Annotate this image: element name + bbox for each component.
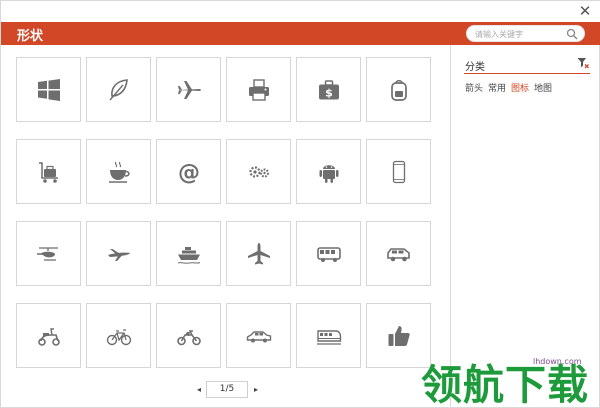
icon-tile[interactable] xyxy=(86,139,151,204)
icon-tile[interactable] xyxy=(86,303,151,368)
money-bag-icon: $ xyxy=(318,79,339,99)
icon-tile[interactable] xyxy=(366,139,431,204)
android-icon xyxy=(319,164,338,183)
suv-car-icon xyxy=(386,247,410,261)
category-underline xyxy=(464,73,590,74)
filter-clear-icon[interactable] xyxy=(577,57,589,69)
search-icon[interactable] xyxy=(566,28,578,40)
backpack-icon xyxy=(390,79,407,101)
svg-text:@: @ xyxy=(178,160,200,185)
icon-tile[interactable] xyxy=(86,57,151,122)
icon-tile[interactable] xyxy=(226,221,291,286)
category-map[interactable]: 地图 xyxy=(534,81,552,94)
icon-gallery: $ @ ◂ 1/5 ▸ xyxy=(1,45,451,408)
scooter-icon xyxy=(37,327,60,346)
category-options: 箭头 常用 图标 地图 xyxy=(465,81,552,94)
motorcycle-icon xyxy=(176,329,201,345)
thumbs-up-icon xyxy=(388,325,410,346)
svg-text:$: $ xyxy=(325,86,333,99)
jet-icon xyxy=(107,248,130,261)
icon-tile[interactable]: @ xyxy=(156,139,221,204)
pagination: ◂ 1/5 ▸ xyxy=(1,381,451,399)
luggage-cart-icon xyxy=(38,161,58,183)
icon-tile[interactable] xyxy=(366,57,431,122)
plane-icon xyxy=(247,242,270,264)
icon-tile[interactable] xyxy=(156,303,221,368)
sedan-car-icon xyxy=(246,330,271,342)
header-bar: 形状 xyxy=(1,22,600,45)
category-common[interactable]: 常用 xyxy=(488,81,506,94)
category-icons[interactable]: 图标 xyxy=(511,81,529,94)
icon-tile[interactable] xyxy=(156,221,221,286)
icon-tile[interactable] xyxy=(226,139,291,204)
icon-tile[interactable] xyxy=(16,57,81,122)
coffee-cup-icon xyxy=(108,161,130,183)
page-title: 形状 xyxy=(17,29,44,44)
leaf-icon xyxy=(108,78,128,100)
watermark-text: 领航下载 xyxy=(421,361,589,408)
icon-tile[interactable] xyxy=(86,221,151,286)
icon-tile[interactable] xyxy=(296,303,361,368)
icon-tile[interactable] xyxy=(226,303,291,368)
watermark: lhdown.com 领航下载 xyxy=(415,348,600,408)
category-label: 分类 xyxy=(465,62,485,73)
prev-page-button[interactable]: ◂ xyxy=(195,385,203,395)
title-bar: ✕ xyxy=(1,1,600,22)
gears-icon xyxy=(248,165,269,178)
search-box[interactable] xyxy=(466,25,585,42)
icon-tile[interactable] xyxy=(296,221,361,286)
cruise-ship-icon xyxy=(177,246,200,264)
search-input[interactable] xyxy=(475,27,565,41)
shape-dialog: ✕ 形状 请输入关键字 $ @ ◂ 1/5 ▸ 分类 箭头 常用 图标 地图 l… xyxy=(0,0,600,408)
icon-tile[interactable] xyxy=(296,139,361,204)
train-icon xyxy=(316,329,341,345)
icon-tile[interactable] xyxy=(16,303,81,368)
icon-tile[interactable] xyxy=(366,221,431,286)
printer-icon xyxy=(248,78,269,101)
icon-tile[interactable] xyxy=(226,57,291,122)
bicycle-icon xyxy=(106,328,131,345)
close-icon[interactable]: ✕ xyxy=(577,3,593,19)
smartphone-icon xyxy=(392,160,405,183)
category-arrow[interactable]: 箭头 xyxy=(465,81,483,94)
windows-logo-icon xyxy=(37,78,60,101)
at-sign-icon: @ xyxy=(178,160,200,185)
airplane-icon xyxy=(177,80,201,99)
icon-tile[interactable] xyxy=(16,139,81,204)
helicopter-icon xyxy=(36,246,58,261)
icon-tile[interactable] xyxy=(156,57,221,122)
bus-icon xyxy=(316,246,341,262)
next-page-button[interactable]: ▸ xyxy=(252,385,260,395)
icon-tile[interactable]: $ xyxy=(296,57,361,122)
icon-tile[interactable] xyxy=(16,221,81,286)
page-indicator[interactable]: 1/5 xyxy=(206,381,248,398)
